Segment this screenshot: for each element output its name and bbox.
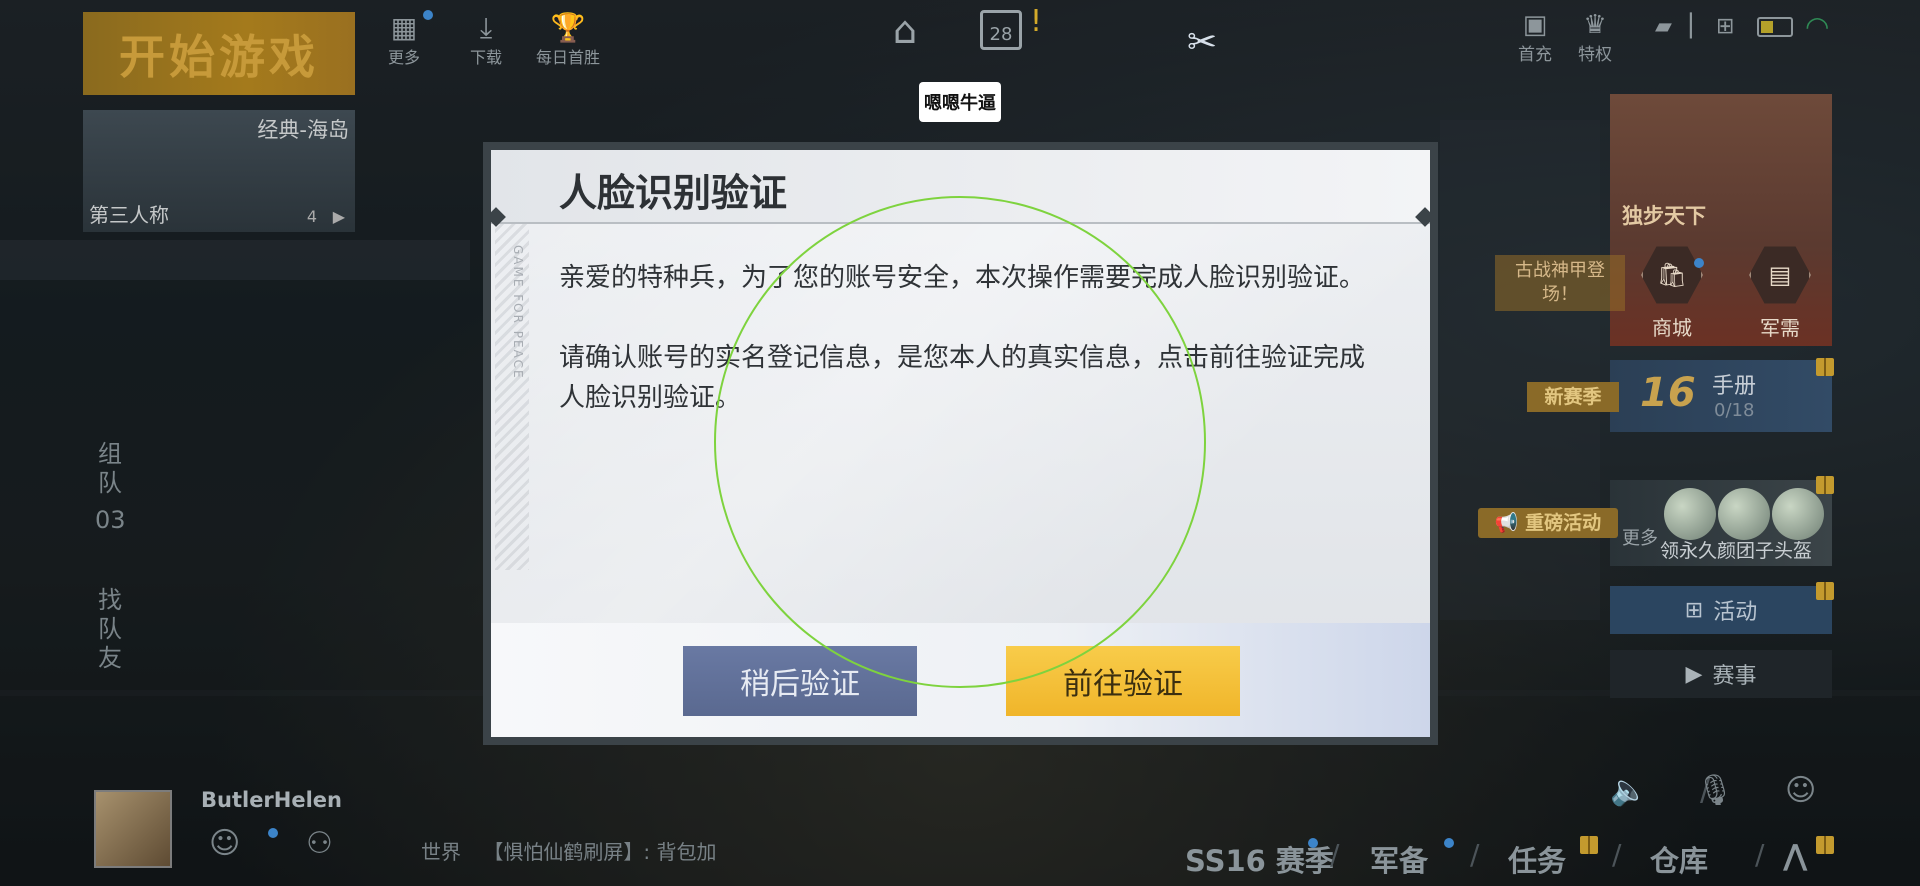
face-scan-circle (714, 196, 1206, 688)
activities-label: 活动 (1713, 600, 1758, 625)
new-season-badge: 新赛季 (1527, 382, 1619, 412)
sim-icon: ▰ (1655, 14, 1672, 39)
activities-button[interactable]: ⊞ 活动 (1610, 586, 1832, 634)
season-level: 16 (1640, 370, 1696, 416)
wifi-icon: ◠ (1805, 10, 1830, 43)
chat-message: 【惧怕仙鹤刷屏】: 背包加 (483, 840, 717, 864)
gift-icon (1816, 358, 1834, 376)
matches-label: 赛事 (1712, 664, 1757, 689)
team-label[interactable]: 组 队 03 (95, 440, 126, 535)
promo-card[interactable]: 独步天下 🛍 商城 ▤ 军需 (1610, 94, 1832, 346)
event-text: 领永久颜团子头盔 (1660, 540, 1813, 562)
signal-icon: ▏ (1690, 14, 1707, 39)
helmet-icon (1664, 488, 1716, 540)
tools-icon[interactable]: ✂ (1187, 22, 1217, 63)
username: ButlerHelen (201, 788, 343, 812)
first-charge-button[interactable]: ▣ 首充 (1518, 10, 1552, 65)
gift-icon (1580, 836, 1598, 854)
find-char: 队 (98, 615, 122, 643)
custom-tag: 嗯嗯牛逼 (919, 82, 1001, 122)
friends-icon[interactable]: ☺ (209, 826, 240, 861)
team-char: 组 (98, 440, 122, 468)
notification-dot (423, 10, 433, 20)
privilege-label: 特权 (1578, 45, 1612, 65)
notification-dot (268, 828, 278, 838)
microphone-icon[interactable]: 🎙 (1696, 773, 1734, 808)
find-teammate-label[interactable]: 找 队 友 (95, 586, 125, 673)
team-count: 03 (95, 506, 126, 534)
nav-divider: / (1612, 838, 1622, 871)
helmet-icon (1772, 488, 1824, 540)
find-char: 友 (98, 644, 122, 672)
megaphone-icon: 📢 (1494, 512, 1519, 534)
watermark-text: GAME FOR PEACE (511, 245, 525, 380)
map-number: 4 (306, 207, 317, 226)
first-charge-label: 首充 (1518, 45, 1552, 65)
gift-icon (1816, 476, 1834, 494)
shop-label: 商城 (1652, 316, 1692, 340)
team-char: 队 (98, 469, 122, 497)
chevron-right-icon: ▶ (332, 207, 345, 226)
promo-title: 独步天下 (1622, 204, 1706, 228)
more-icon: ▦ (390, 11, 418, 44)
view-mode-label: 第三人称 (89, 203, 169, 227)
plus-box-icon: ⊞ (1716, 14, 1735, 39)
broadcast-label: 重磅活动 (1525, 512, 1602, 534)
nav-divider: / (1470, 838, 1480, 871)
military-supply-label: 军需 (1760, 316, 1800, 340)
calendar-day: 28 (989, 24, 1013, 45)
trophy-icon: 🏆 (550, 11, 586, 44)
home-icon[interactable]: ⌂ (893, 8, 917, 52)
crown-icon: ♛ (1583, 10, 1607, 40)
nav-divider: / (1755, 838, 1765, 871)
download-icon: ⤓ (479, 11, 493, 44)
notification-dot (1694, 258, 1704, 268)
map-select-card[interactable]: 经典-海岛 第三人称 4 ▶ (83, 110, 355, 232)
matches-button[interactable]: ▶ 赛事 (1610, 650, 1832, 698)
battery-icon (1757, 17, 1793, 37)
gift-box-icon: ▣ (1522, 10, 1548, 40)
speaker-icon[interactable]: 🔈 (1610, 773, 1647, 808)
notification-dot (1308, 838, 1318, 848)
season-handbook-card[interactable]: 16 手册 0/18 (1610, 360, 1832, 432)
expand-icon[interactable]: ⋀ (1783, 838, 1807, 872)
notification-dot (1444, 838, 1454, 848)
play-icon: ▶ (1685, 661, 1703, 687)
nav-armory[interactable]: 军备 (1370, 838, 1428, 880)
event-more-label: 更多 (1622, 528, 1658, 549)
add-friend-icon[interactable]: ⚇ (306, 826, 333, 861)
dialog-title: 人脸识别验证 (559, 171, 788, 215)
chat-bar[interactable]: 世界 【惧怕仙鹤刷屏】: 背包加 (421, 836, 716, 865)
calendar-icon[interactable]: 28 (980, 10, 1022, 50)
daily-win-label: 每日首胜 (536, 48, 601, 67)
handbook-label: 手册 (1712, 374, 1757, 399)
nav-divider: / (1330, 838, 1340, 871)
shopping-bag-icon: 🛍 (1641, 246, 1703, 304)
nav-tasks[interactable]: 任务 (1508, 838, 1566, 880)
nav-warehouse[interactable]: 仓库 (1650, 838, 1708, 880)
chat-channel: 世界 (421, 840, 461, 864)
handbook-progress: 0/18 (1714, 400, 1755, 421)
map-mode-label: 经典-海岛 (257, 118, 349, 142)
avatar[interactable] (94, 790, 172, 868)
mecha-promo-tag[interactable]: 古战神甲登场！ (1495, 255, 1625, 311)
event-card[interactable]: 更多 领永久颜团子头盔 (1610, 480, 1832, 566)
download-label: 下载 (470, 48, 503, 67)
military-supply-button[interactable]: ▤ 军需 (1742, 244, 1818, 340)
alert-icon: ! (1030, 4, 1043, 39)
emoji-icon[interactable]: ☺ (1785, 773, 1816, 808)
daily-win-button[interactable]: 🏆 每日首胜 (536, 12, 600, 68)
more-button[interactable]: ▦ 更多 (388, 12, 420, 68)
crate-icon: ▤ (1749, 246, 1811, 304)
find-char: 找 (98, 586, 122, 614)
gift-icon (1816, 836, 1834, 854)
download-button[interactable]: ⤓ 下载 (470, 12, 502, 68)
helmet-icon (1718, 488, 1770, 540)
gift-icon (1816, 582, 1834, 600)
privilege-button[interactable]: ♛ 特权 (1578, 10, 1612, 65)
broadcast-badge[interactable]: 📢 重磅活动 (1478, 508, 1618, 538)
gift-box-icon: ⊞ (1684, 597, 1704, 623)
more-label: 更多 (388, 48, 421, 67)
start-game-button[interactable]: 开始游戏 (83, 12, 355, 95)
